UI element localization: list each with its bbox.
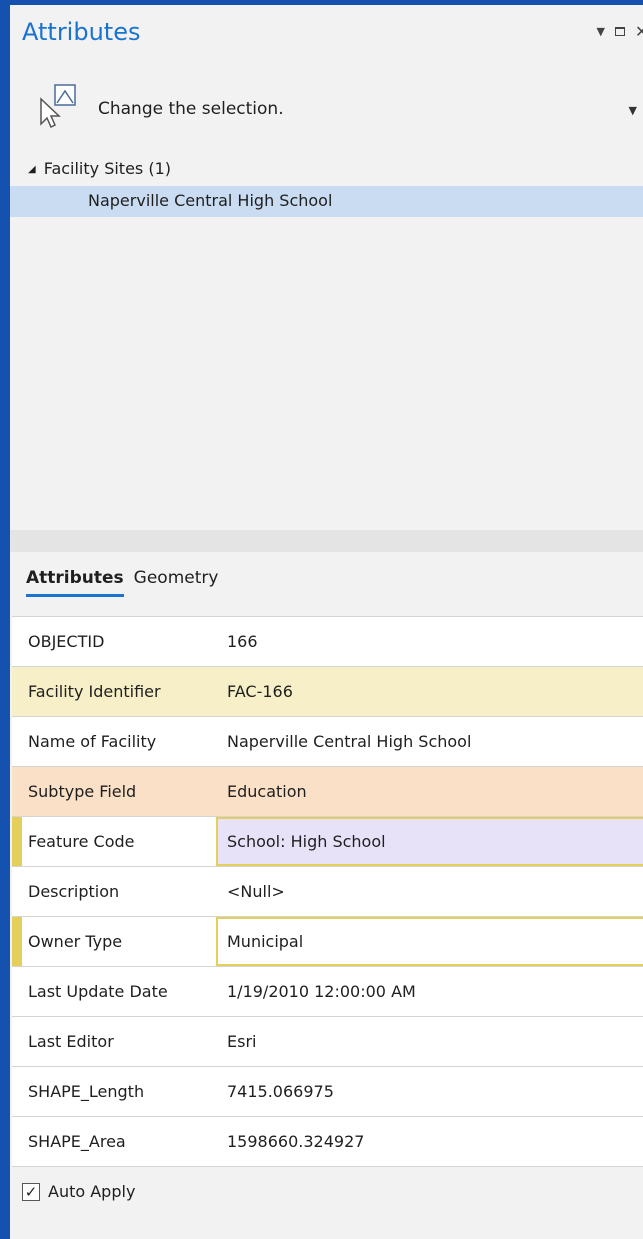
tree-group-facility-sites[interactable]: ◢ Facility Sites (1) bbox=[28, 159, 171, 178]
auto-apply-checkbox[interactable]: ✓ bbox=[22, 1182, 40, 1201]
field-name: Owner Type bbox=[28, 932, 123, 951]
field-value: 7415.066975 bbox=[227, 1082, 334, 1101]
field-value[interactable]: <Null> bbox=[227, 882, 285, 901]
change-selection-row[interactable]: Change the selection. ▼ bbox=[38, 82, 643, 132]
field-name: Name of Facility bbox=[28, 732, 157, 751]
edit-highlight-bar bbox=[12, 917, 22, 966]
pane-controls: ▼ ✕ bbox=[597, 22, 643, 41]
close-icon[interactable]: ✕ bbox=[635, 22, 643, 41]
field-value: 1598660.324927 bbox=[227, 1132, 365, 1151]
dropdown-arrow-icon[interactable]: ▼ bbox=[629, 104, 637, 117]
table-row[interactable]: Subtype Field Education bbox=[12, 767, 643, 817]
field-value[interactable]: Municipal bbox=[227, 932, 303, 951]
table-row[interactable]: Last Update Date 1/19/2010 12:00:00 AM bbox=[12, 967, 643, 1017]
table-row[interactable]: Feature Code School: High School bbox=[12, 817, 643, 867]
tree-item-selected[interactable]: Naperville Central High School bbox=[10, 186, 643, 217]
table-row[interactable]: SHAPE_Area 1598660.324927 bbox=[12, 1117, 643, 1167]
field-value[interactable]: 1/19/2010 12:00:00 AM bbox=[227, 982, 416, 1001]
pane-splitter[interactable] bbox=[10, 530, 643, 552]
tree-group-label: Facility Sites (1) bbox=[43, 159, 172, 178]
window-frame-left bbox=[0, 0, 10, 1239]
field-value[interactable]: Education bbox=[227, 782, 307, 801]
select-features-icon[interactable] bbox=[38, 82, 84, 128]
table-row[interactable]: OBJECTID 166 bbox=[12, 617, 643, 667]
maximize-icon[interactable] bbox=[615, 27, 625, 36]
window-frame-top bbox=[0, 0, 643, 5]
field-value[interactable]: FAC-166 bbox=[227, 682, 293, 701]
pane-menu-arrow-icon[interactable]: ▼ bbox=[597, 25, 605, 38]
table-row[interactable]: Description <Null> bbox=[12, 867, 643, 917]
table-row[interactable]: Owner Type Municipal bbox=[12, 917, 643, 967]
field-name: SHAPE_Length bbox=[28, 1082, 145, 1101]
table-row[interactable]: Facility Identifier FAC-166 bbox=[12, 667, 643, 717]
field-name: OBJECTID bbox=[28, 632, 105, 651]
edit-highlight-bar bbox=[12, 817, 22, 866]
field-name: Subtype Field bbox=[28, 782, 137, 801]
field-value[interactable]: Esri bbox=[227, 1032, 256, 1051]
table-row[interactable]: Last Editor Esri bbox=[12, 1017, 643, 1067]
field-value[interactable]: Naperville Central High School bbox=[227, 732, 471, 751]
table-row[interactable]: Name of Facility Naperville Central High… bbox=[12, 717, 643, 767]
field-value[interactable]: School: High School bbox=[227, 832, 386, 851]
collapse-triangle-icon[interactable]: ◢ bbox=[28, 164, 36, 175]
tab-geometry[interactable]: Geometry bbox=[134, 568, 219, 597]
field-name: Description bbox=[28, 882, 120, 901]
field-name: SHAPE_Area bbox=[28, 1132, 126, 1151]
field-name: Facility Identifier bbox=[28, 682, 161, 701]
tab-attributes[interactable]: Attributes bbox=[26, 568, 124, 597]
pane-title: Attributes bbox=[22, 18, 141, 46]
field-name: Last Editor bbox=[28, 1032, 114, 1051]
table-row[interactable]: SHAPE_Length 7415.066975 bbox=[12, 1067, 643, 1117]
change-selection-label: Change the selection. bbox=[98, 99, 284, 119]
tree-item-label: Naperville Central High School bbox=[88, 191, 333, 210]
field-name: Last Update Date bbox=[28, 982, 168, 1001]
attribute-table: OBJECTID 166 Facility Identifier FAC-166… bbox=[12, 616, 643, 1167]
auto-apply-toggle[interactable]: ✓ Auto Apply bbox=[22, 1182, 135, 1201]
field-value: 166 bbox=[227, 632, 258, 651]
auto-apply-label: Auto Apply bbox=[48, 1182, 136, 1201]
tab-bar: Attributes Geometry bbox=[26, 568, 218, 597]
field-name: Feature Code bbox=[28, 832, 135, 851]
selection-tree: ◢ Facility Sites (1) bbox=[28, 159, 171, 178]
